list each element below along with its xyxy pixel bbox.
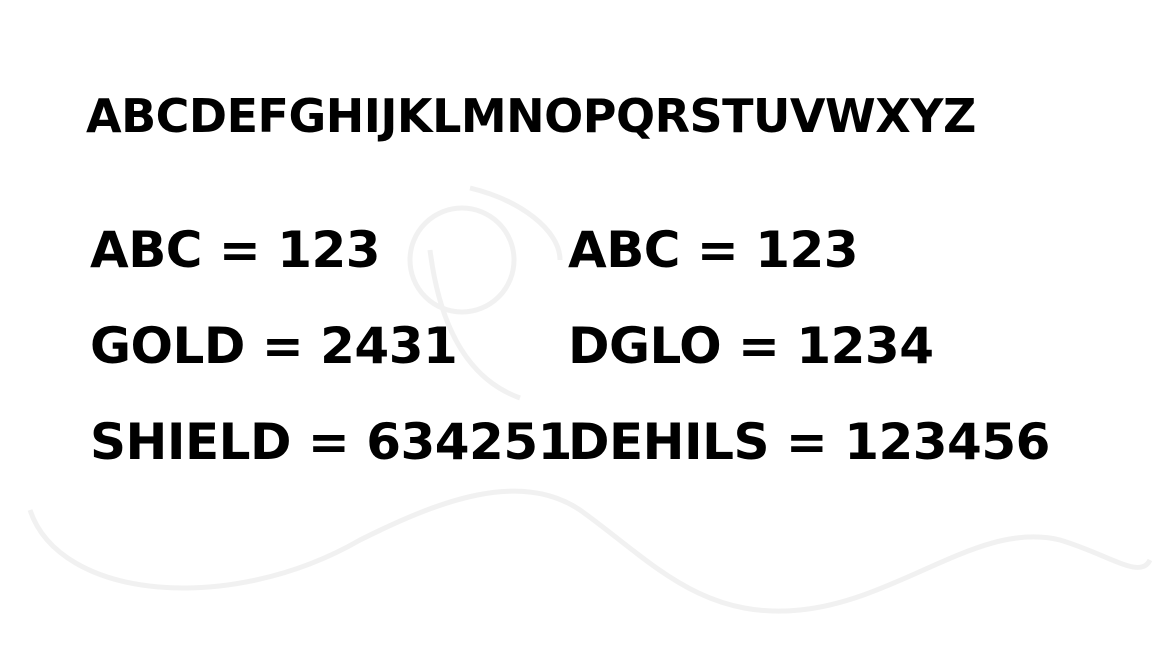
right-equation-1: ABC = 123 (568, 221, 859, 279)
left-equation-2: GOLD = 2431 (90, 317, 458, 375)
right-equation-3: DEHILS = 123456 (568, 413, 1050, 471)
alphabet-line: ABCDEFGHIJKLMNOPQRSTUVWXYZ (86, 89, 976, 143)
page: ABCDEFGHIJKLMNOPQRSTUVWXYZ ABC = 123 GOL… (0, 0, 1152, 648)
left-equation-3: SHIELD = 634251 (90, 413, 572, 471)
right-equation-2: DGLO = 1234 (568, 317, 934, 375)
left-equation-1: ABC = 123 (90, 221, 381, 279)
